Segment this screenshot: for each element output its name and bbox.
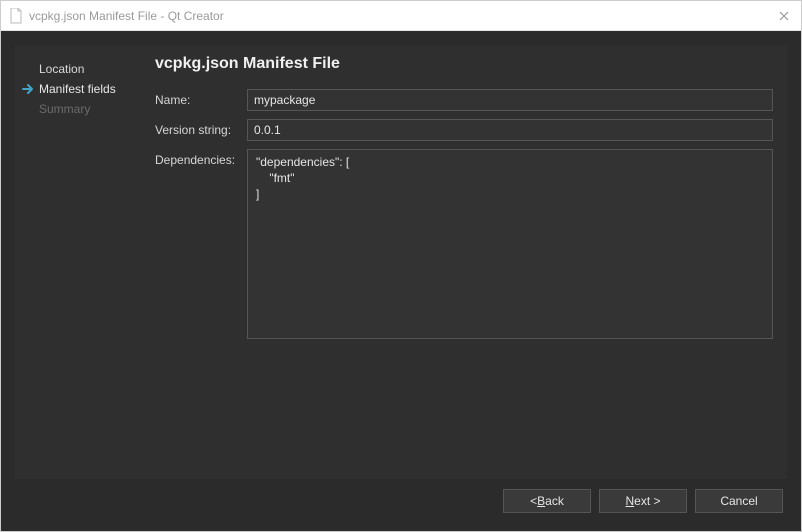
- titlebar: vcpkg.json Manifest File - Qt Creator: [1, 1, 801, 31]
- next-button[interactable]: Next >: [599, 489, 687, 513]
- label-version: Version string:: [155, 119, 247, 137]
- back-prefix: <: [530, 494, 537, 508]
- version-input[interactable]: [247, 119, 773, 141]
- label-dependencies: Dependencies:: [155, 149, 247, 167]
- next-rest: ext >: [634, 494, 660, 508]
- sidebar-item-label: Manifest fields: [39, 82, 116, 96]
- back-rest: ack: [545, 494, 564, 508]
- page-title: vcpkg.json Manifest File: [155, 55, 773, 73]
- next-mnemonic: N: [625, 494, 634, 508]
- name-input[interactable]: [247, 89, 773, 111]
- sidebar-item-label: Location: [39, 62, 84, 76]
- wizard-window: vcpkg.json Manifest File - Qt Creator Lo…: [0, 0, 802, 532]
- sidebar-item-summary: Summary: [25, 99, 139, 119]
- cancel-button[interactable]: Cancel: [695, 489, 783, 513]
- wizard-main: vcpkg.json Manifest File Name: Version s…: [145, 45, 787, 479]
- cancel-label: Cancel: [720, 494, 757, 508]
- current-step-arrow-icon: [21, 82, 35, 96]
- content-area: Location Manifest fields Summary vcpkg.j…: [1, 31, 801, 531]
- button-bar: < Back Next > Cancel: [15, 479, 787, 517]
- dependencies-textarea[interactable]: [247, 149, 773, 339]
- sidebar-item-manifest-fields: Manifest fields: [25, 79, 139, 99]
- close-button[interactable]: [753, 8, 793, 24]
- row-name: Name:: [155, 89, 773, 111]
- label-name: Name:: [155, 89, 247, 107]
- window-title: vcpkg.json Manifest File - Qt Creator: [29, 9, 753, 23]
- sidebar-item-location: Location: [25, 59, 139, 79]
- wizard-sidebar: Location Manifest fields Summary: [15, 45, 145, 479]
- row-dependencies: Dependencies:: [155, 149, 773, 339]
- back-mnemonic: B: [537, 494, 545, 508]
- row-version: Version string:: [155, 119, 773, 141]
- sidebar-item-label: Summary: [39, 102, 90, 116]
- close-icon: [779, 11, 789, 21]
- document-icon: [9, 8, 23, 24]
- wizard-inner: Location Manifest fields Summary vcpkg.j…: [15, 45, 787, 479]
- back-button[interactable]: < Back: [503, 489, 591, 513]
